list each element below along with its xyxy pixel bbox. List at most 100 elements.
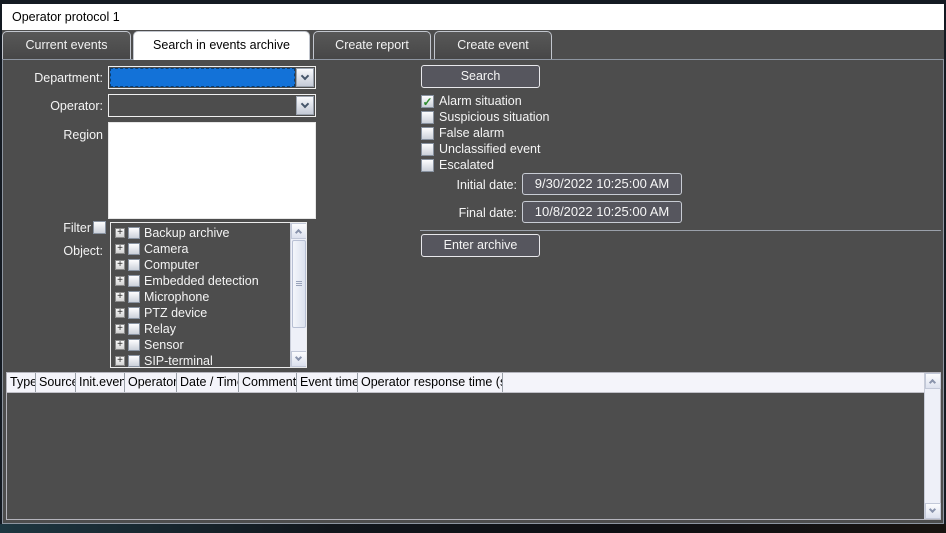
tree-item-label: Embedded detection <box>144 274 259 288</box>
expand-icon[interactable]: + <box>115 260 125 270</box>
tree-item[interactable]: + Sensor <box>115 337 290 353</box>
tree-item[interactable]: + SIP-terminal <box>115 353 290 367</box>
region-label: Region <box>0 128 103 142</box>
chevron-down-icon <box>929 506 936 513</box>
object-tree[interactable]: +Backup archive+Camera+Computer+Embedded… <box>110 222 307 368</box>
department-dropdown-button[interactable] <box>296 68 314 87</box>
checkbox-unchecked[interactable] <box>421 111 434 124</box>
tab-create-event[interactable]: Create event <box>434 31 552 59</box>
tree-item[interactable]: + Relay <box>115 321 290 337</box>
tree-item-checkbox[interactable] <box>128 291 140 303</box>
tree-item[interactable]: + Embedded detection <box>115 273 290 289</box>
column-header[interactable]: Operator response time (s) <box>358 373 503 392</box>
region-listbox[interactable] <box>108 122 316 219</box>
event-type-filter-label: Escalated <box>439 158 494 172</box>
chevron-up-icon <box>929 379 936 386</box>
tree-item-checkbox[interactable] <box>128 243 140 255</box>
column-header[interactable]: Date / Time <box>177 373 239 392</box>
expand-icon[interactable]: + <box>115 340 125 350</box>
tree-item[interactable]: + Camera <box>115 241 290 257</box>
tree-item-label: Relay <box>144 322 176 336</box>
operator-label: Operator: <box>0 99 103 113</box>
column-header[interactable]: Comment <box>239 373 297 392</box>
scroll-down-button[interactable] <box>925 503 941 519</box>
tab-create-report[interactable]: Create report <box>313 31 431 59</box>
operator-dropdown-button[interactable] <box>296 96 314 115</box>
checkbox-checked[interactable]: ✓ <box>421 95 434 108</box>
object-label: Object: <box>0 244 103 258</box>
object-tree-scrollbar[interactable] <box>290 223 306 367</box>
expand-icon[interactable]: + <box>115 356 125 366</box>
column-header[interactable]: Init.event <box>76 373 125 392</box>
department-combobox[interactable] <box>108 66 316 89</box>
results-table-body[interactable] <box>7 393 924 519</box>
event-type-filter-row[interactable]: Escalated <box>421 157 549 173</box>
event-type-filter-label: Alarm situation <box>439 94 522 108</box>
column-header[interactable]: Type <box>7 373 36 392</box>
results-table-scrollbar[interactable] <box>924 373 940 519</box>
tab-current-events[interactable]: Current events <box>2 31 131 59</box>
final-date-button[interactable]: 10/8/2022 10:25:00 AM <box>522 201 682 223</box>
tree-item-label: Camera <box>144 242 188 256</box>
enter-archive-button[interactable]: Enter archive <box>421 234 540 257</box>
scroll-down-button[interactable] <box>291 351 307 367</box>
event-type-filter-label: Unclassified event <box>439 142 540 156</box>
operator-combobox[interactable] <box>108 94 316 117</box>
object-tree-rows: +Backup archive+Camera+Computer+Embedded… <box>111 223 290 367</box>
tree-item-checkbox[interactable] <box>128 355 140 367</box>
tree-item[interactable]: +Computer <box>115 257 290 273</box>
event-type-filter-row[interactable]: False alarm <box>421 125 549 141</box>
tree-item[interactable]: + Microphone <box>115 289 290 305</box>
filter-label: Filter <box>0 221 91 235</box>
filter-checkbox[interactable] <box>93 221 106 234</box>
tree-item-checkbox[interactable] <box>128 259 140 271</box>
tree-item-checkbox[interactable] <box>128 339 140 351</box>
section-divider <box>420 230 941 231</box>
tree-item-label: Microphone <box>144 290 209 304</box>
event-type-filter-row[interactable]: ✓ Alarm situation <box>421 93 549 109</box>
tree-item[interactable]: + Backup archive <box>115 225 290 241</box>
event-type-filter-row[interactable]: Unclassified event <box>421 141 549 157</box>
scroll-up-button[interactable] <box>925 373 941 389</box>
column-header[interactable]: Operator <box>125 373 177 392</box>
event-type-filter-label: Suspicious situation <box>439 110 549 124</box>
initial-date-label: Initial date: <box>420 178 517 192</box>
tree-item-label: SIP-terminal <box>144 354 213 367</box>
tree-item-checkbox[interactable] <box>128 323 140 335</box>
column-header[interactable]: Event time <box>297 373 358 392</box>
expand-icon[interactable]: + <box>115 276 125 286</box>
chevron-up-icon <box>295 229 302 236</box>
event-type-filter-label: False alarm <box>439 126 504 140</box>
results-table: TypeSourceInit.eventOperatorDate / TimeC… <box>6 372 941 520</box>
tree-item-checkbox[interactable] <box>128 275 140 287</box>
tree-item-label: Sensor <box>144 338 184 352</box>
final-date-label: Final date: <box>420 206 517 220</box>
expand-icon[interactable]: + <box>115 308 125 318</box>
tree-item-checkbox[interactable] <box>128 307 140 319</box>
checkbox-unchecked[interactable] <box>421 127 434 140</box>
expand-icon[interactable]: + <box>115 228 125 238</box>
checkbox-unchecked[interactable] <box>421 143 434 156</box>
chevron-down-icon <box>301 72 309 80</box>
chevron-down-icon <box>301 100 309 108</box>
search-button[interactable]: Search <box>421 65 540 88</box>
scrollbar-thumb[interactable] <box>292 240 306 328</box>
scroll-up-button[interactable] <box>291 223 307 239</box>
event-type-filter-row[interactable]: Suspicious situation <box>421 109 549 125</box>
tab-bar: Current events Search in events archive … <box>2 30 944 59</box>
tree-item[interactable]: +PTZ device <box>115 305 290 321</box>
department-label: Department: <box>0 71 103 85</box>
expand-icon[interactable]: + <box>115 324 125 334</box>
results-table-header: TypeSourceInit.eventOperatorDate / TimeC… <box>7 373 924 393</box>
initial-date-button[interactable]: 9/30/2022 10:25:00 AM <box>522 173 682 195</box>
checkbox-unchecked[interactable] <box>421 159 434 172</box>
tree-item-label: Backup archive <box>144 226 229 240</box>
title-bar: Operator protocol 1 <box>2 4 944 30</box>
event-type-filters: ✓ Alarm situation Suspicious situation Fals… <box>421 93 549 173</box>
tab-search-in-events-archive[interactable]: Search in events archive <box>133 31 310 60</box>
tree-item-checkbox[interactable] <box>128 227 140 239</box>
results-table-main: TypeSourceInit.eventOperatorDate / TimeC… <box>7 373 924 519</box>
column-header[interactable]: Source <box>36 373 76 392</box>
expand-icon[interactable]: + <box>115 292 125 302</box>
expand-icon[interactable]: + <box>115 244 125 254</box>
